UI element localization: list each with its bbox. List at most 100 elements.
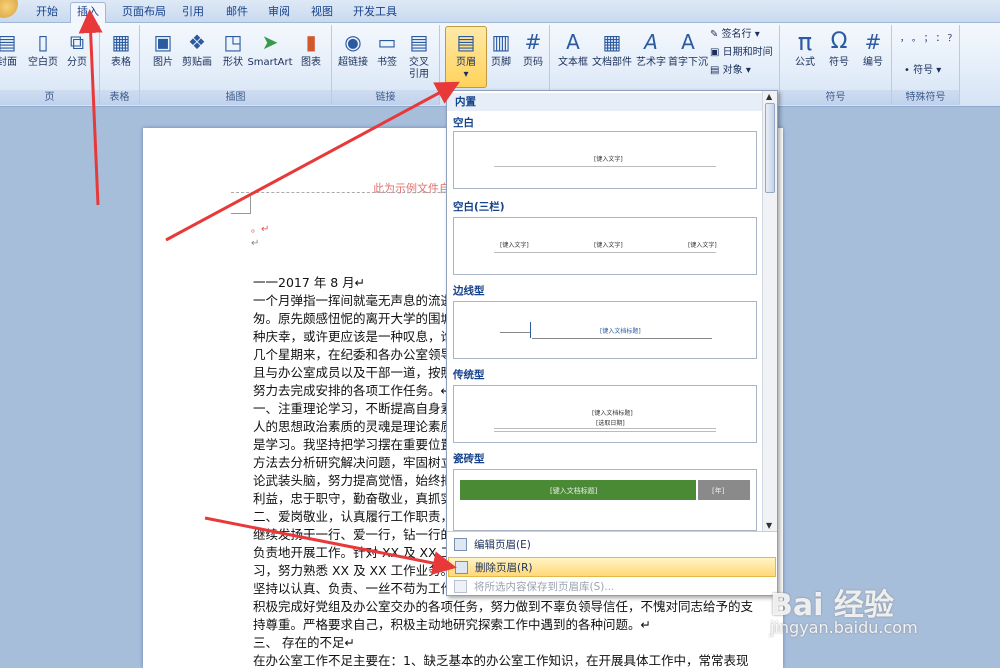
document-line: 一一2017 年 8 月↵ bbox=[253, 275, 366, 290]
save-to-header-gallery-menu-item[interactable]: 将所选内容保存到页眉库(S)... bbox=[448, 577, 776, 597]
gallery-item-label: 瓷砖型 bbox=[453, 453, 485, 465]
group-label-symbols: 符号 bbox=[780, 90, 891, 105]
tab-mailings[interactable]: 邮件 bbox=[224, 3, 250, 23]
pi-icon: π bbox=[797, 28, 813, 56]
gallery-item-blank[interactable]: [键入文字] bbox=[453, 131, 757, 189]
document-line: 一、注重理论学习，不断提高自身素 bbox=[253, 401, 454, 416]
paragraph-mark: 。↵ bbox=[251, 224, 270, 235]
dropcap-button[interactable]: A 首字下沉 bbox=[666, 27, 710, 87]
gallery-item-label: 传统型 bbox=[453, 369, 485, 381]
tab-insert[interactable]: 插入 bbox=[70, 2, 106, 24]
gallery-item-label: 空白(三栏) bbox=[453, 201, 505, 213]
footer-icon: ▥ bbox=[491, 30, 511, 54]
document-line: 人的思想政治素质的灵魂是理论素质 bbox=[253, 419, 454, 434]
scroll-down-icon[interactable]: ▼ bbox=[766, 521, 772, 530]
gallery-item-traditional[interactable]: [键入文档标题] [选取日期] bbox=[453, 385, 757, 443]
document-line: 三、 存在的不足↵ bbox=[253, 635, 355, 650]
dropcap-icon: A bbox=[681, 30, 695, 54]
scroll-thumb[interactable] bbox=[765, 103, 775, 193]
tab-view[interactable]: 视图 bbox=[309, 3, 335, 23]
tab-review[interactable]: 审阅 bbox=[266, 3, 292, 23]
document-line: 继续发扬干一行、爱一行，钻一行的 bbox=[253, 527, 454, 542]
group-label-special: 特殊符号 bbox=[892, 90, 959, 105]
document-line: 负责地开展工作。针对 XX 及 XX 工作 bbox=[253, 545, 466, 560]
gallery-item-sideline[interactable]: [键入文档标题] bbox=[453, 301, 757, 359]
object-icon: ▤ bbox=[710, 65, 723, 76]
scroll-up-icon[interactable]: ▲ bbox=[766, 92, 772, 101]
page-number-button[interactable]: # 页码 bbox=[512, 27, 554, 87]
tab-page-layout[interactable]: 页面布局 bbox=[120, 3, 168, 23]
header-icon: ▤ bbox=[456, 30, 476, 54]
save-gallery-icon bbox=[454, 580, 467, 593]
document-line: 在办公室工作不足主要在：1、缺乏基本的办公室工作知识，在开展具体工作中，常常表现 bbox=[253, 653, 749, 668]
tab-developer[interactable]: 开发工具 bbox=[351, 3, 399, 23]
tab-references[interactable]: 引用 bbox=[180, 3, 206, 23]
date-time-button[interactable]: ▣ 日期和时间 bbox=[710, 45, 773, 61]
object-button[interactable]: ▤ 对象 ▾ bbox=[710, 63, 751, 79]
group-links: ◉ 超链接 ▭ 书签 ▤ 交叉 引用 链接 bbox=[332, 25, 440, 105]
bookmark-icon: ▭ bbox=[377, 30, 397, 54]
document-line: 积极完成好党组及办公室交办的各项任务，努力做到不辜负领导信任，不愧对同志给予的支 bbox=[253, 599, 754, 614]
table-button[interactable]: ▦ 表格 bbox=[100, 27, 142, 87]
cross-reference-icon: ▤ bbox=[409, 30, 429, 54]
wordart-icon: A bbox=[644, 30, 658, 54]
cross-reference-button[interactable]: ▤ 交叉 引用 bbox=[398, 27, 440, 87]
margin-corner bbox=[231, 194, 251, 214]
group-special-symbols: ， 。 ； ： ？ • 符号 ▾ 特殊符号 bbox=[892, 25, 960, 105]
paragraph-mark: ↵ bbox=[251, 238, 260, 249]
document-line: 二、爱岗敬业，认真履行工作职责， bbox=[253, 509, 454, 524]
header-gallery-dropdown: 内置 空白 [键入文字] 空白(三栏) [键入文字] [键入文字] [键入文字]… bbox=[446, 90, 778, 596]
document-line: 一个月弹指一挥间就毫无声息的流逝 bbox=[253, 293, 454, 308]
document-line: 种庆幸，或许更应该是一种叹息，谁 bbox=[253, 329, 454, 344]
document-line: 持尊重。严格要求自己，积极主动地研究探索工作中遇到的各种问题。↵ bbox=[253, 617, 651, 632]
quick-parts-button[interactable]: ▦ 文档部件 bbox=[588, 27, 636, 87]
chart-icon: ▮ bbox=[305, 30, 317, 54]
table-icon: ▦ bbox=[111, 30, 131, 54]
group-tables: ▦ 表格 表格 bbox=[100, 25, 140, 105]
hyperlink-icon: ◉ bbox=[344, 30, 362, 54]
smartart-button[interactable]: ➤ SmartArt bbox=[246, 27, 294, 87]
gallery-item-tile[interactable]: [键入文档标题] [年] bbox=[453, 469, 757, 531]
cover-page-icon: ▤ bbox=[0, 30, 17, 54]
gallery-scrollbar[interactable]: ▲ ▼ bbox=[762, 91, 777, 531]
group-label-illustrations: 插图 bbox=[140, 90, 331, 105]
special-chars[interactable]: ， 。 ； ： ？ bbox=[900, 31, 956, 47]
document-line: 论武装头脑，努力提高觉悟，始终把 bbox=[253, 473, 454, 488]
shapes-icon: ◳ bbox=[223, 30, 243, 54]
group-symbols: π 公式 Ω 符号 # 编号 符号 bbox=[780, 25, 892, 105]
office-button[interactable] bbox=[0, 0, 18, 18]
signature-line-button[interactable]: ✎ 签名行 ▾ bbox=[710, 27, 760, 43]
document-line: 是学习。我坚持把学习摆在重要位置 bbox=[253, 437, 454, 452]
page-break-icon: ⧉ bbox=[69, 30, 85, 54]
picture-icon: ▣ bbox=[153, 30, 173, 54]
document-line: 方法去分析研究解决问题，牢固树立 bbox=[253, 455, 454, 470]
chart-button[interactable]: ▮ 图表 bbox=[290, 27, 332, 87]
calendar-icon: ▣ bbox=[710, 47, 723, 58]
special-symbol-button[interactable]: • 符号 ▾ bbox=[904, 63, 941, 79]
gallery-item-blank-three-column[interactable]: [键入文字] [键入文字] [键入文字] bbox=[453, 217, 757, 275]
remove-header-menu-item[interactable]: 删除页眉(R) bbox=[448, 557, 776, 577]
omega-icon: Ω bbox=[830, 29, 848, 54]
watermark-url: jingyan.baidu.com bbox=[770, 618, 918, 637]
edit-header-icon bbox=[454, 538, 467, 551]
group-illustrations: ▣ 图片 ❖ 剪贴画 ◳ 形状 ➤ SmartArt ▮ 图表 插图 bbox=[140, 25, 332, 105]
group-pages: ▤ 封面 ▯ 空白页 ⧉ 分页 页 bbox=[0, 25, 100, 105]
number-icon: # bbox=[864, 30, 882, 54]
document-line: 几个星期来，在纪委和各办公室领导 bbox=[253, 347, 454, 362]
remove-header-icon bbox=[455, 561, 468, 574]
clipart-icon: ❖ bbox=[188, 30, 206, 54]
smartart-icon: ➤ bbox=[261, 30, 279, 54]
tab-home[interactable]: 开始 bbox=[34, 3, 60, 23]
document-line: 习，努力熟悉 XX 及 XX 工作业务。不 bbox=[253, 563, 466, 578]
page-break-button[interactable]: ⧉ 分页 bbox=[56, 27, 98, 87]
group-label-pages: 页 bbox=[0, 90, 99, 105]
gallery-item-label: 空白 bbox=[453, 117, 474, 129]
header-hint-text: 此为示例文件自 bbox=[373, 182, 450, 195]
baidu-watermark: Bai 经验 jingyan.baidu.com bbox=[770, 580, 918, 637]
edit-header-menu-item[interactable]: 编辑页眉(E) bbox=[448, 535, 776, 555]
group-label-links: 链接 bbox=[332, 90, 439, 105]
textbox-icon: A bbox=[566, 30, 580, 54]
signature-icon: ✎ bbox=[710, 29, 722, 40]
blank-page-icon: ▯ bbox=[37, 30, 49, 54]
numbering-button[interactable]: # 编号 bbox=[852, 27, 894, 87]
